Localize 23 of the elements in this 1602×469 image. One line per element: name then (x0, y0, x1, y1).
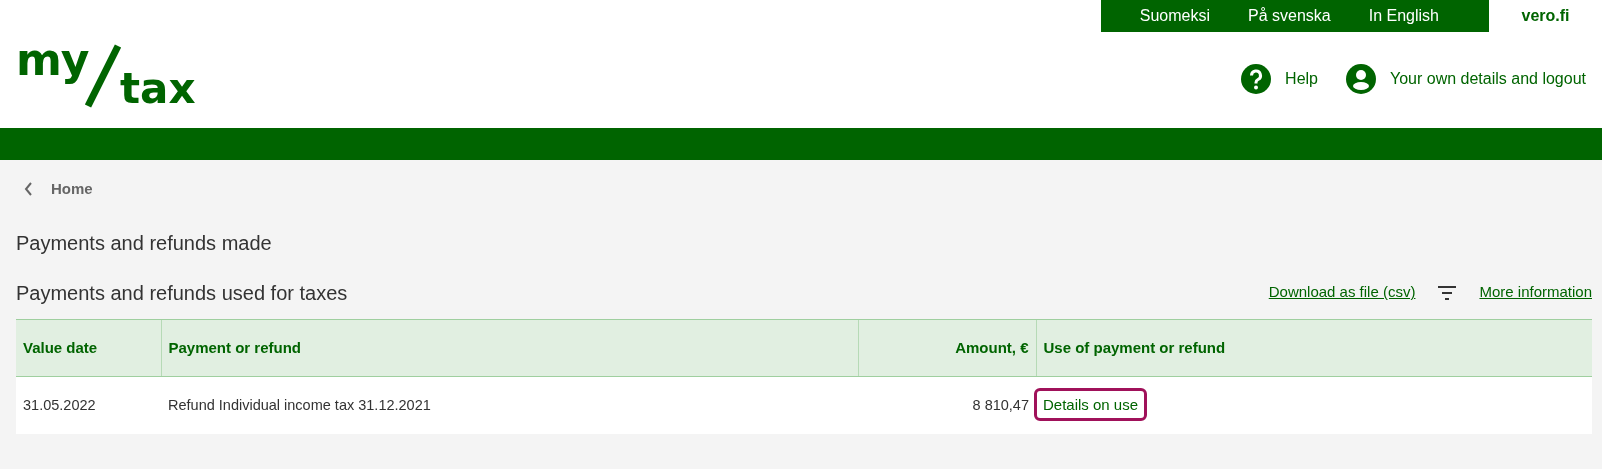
help-icon (1241, 64, 1272, 94)
details-link[interactable]: Details on use (1034, 388, 1148, 421)
filter-icon[interactable] (1437, 284, 1458, 301)
table-cell: 31.05.2022 (16, 376, 161, 434)
table-cell: 8 810,47 (858, 376, 1036, 434)
download-link[interactable]: Download as file (csv) (1268, 281, 1416, 304)
account-link[interactable]: Your own details and logout (1346, 64, 1586, 94)
page-title: Payments and refunds made (16, 230, 273, 255)
language-link[interactable]: Suomeksi (1139, 4, 1210, 28)
language-link[interactable]: In English (1368, 4, 1439, 28)
help-link[interactable]: Help (1241, 64, 1318, 94)
breadcrumb-link[interactable]: Home (51, 178, 93, 201)
column-header: Amount, € (858, 319, 1036, 377)
column-header: Value date (16, 319, 161, 377)
table-cell: Refund Individual income tax 31.12.2021 (161, 376, 858, 434)
more-information-link[interactable]: More information (1479, 281, 1592, 304)
column-header: Payment or refund (161, 319, 858, 377)
chevron-left-icon (24, 182, 33, 197)
column-header: Use of payment or refund (1036, 319, 1592, 377)
language-link[interactable]: På svenska (1248, 4, 1331, 28)
site-link[interactable]: vero.fi (1489, 4, 1602, 28)
section-title: Payments and refunds used for taxes (16, 280, 348, 305)
user-icon (1346, 64, 1376, 94)
